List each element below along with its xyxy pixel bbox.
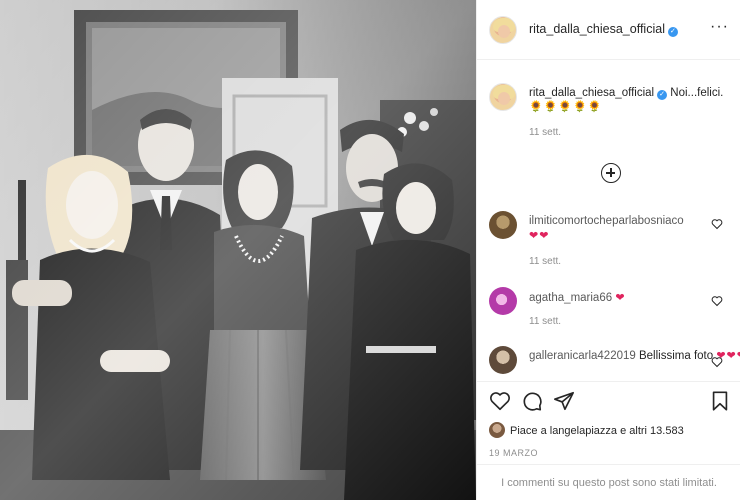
more-horizontal-icon[interactable]: ··· [710, 18, 729, 36]
caption-sunflower-emoji: 🌻🌻🌻🌻🌻 [529, 101, 603, 113]
verified-badge-icon: ✓ [657, 90, 668, 100]
caption-text: Noi...felici. [670, 87, 724, 99]
comment-username[interactable]: agatha_maria66 [529, 292, 612, 304]
avatar-face-shape [498, 25, 510, 38]
comment-bubble-icon[interactable] [521, 390, 543, 412]
author-username-line: rita_dalla_chiesa_official ✓ [529, 22, 678, 37]
post-header: rita_dalla_chiesa_official ✓ ··· [477, 0, 740, 60]
comment-1: ilmiticomortocheparlabosniaco [529, 213, 684, 230]
comment-1-hearts-line: ❤❤ [529, 228, 549, 245]
post-date[interactable]: 19 MARZO [489, 448, 538, 458]
likes-suffix[interactable]: e altri 13.583 [617, 425, 684, 437]
caption-username[interactable]: rita_dalla_chiesa_official [529, 87, 654, 99]
heart-emoji: ❤❤ [529, 230, 550, 242]
likes-summary: Piace a langelapiazza e altri 13.583 [489, 422, 684, 438]
comments-list[interactable]: rita_dalla_chiesa_official ✓ Noi...felici… [477, 61, 740, 381]
commenter-avatar[interactable] [489, 211, 517, 239]
comment-time[interactable]: 11 sett. [529, 316, 561, 327]
post-photo[interactable] [0, 0, 476, 500]
commenter-avatar[interactable] [489, 346, 517, 374]
comment-time[interactable]: 11 sett. [529, 256, 561, 267]
liker-avatar [489, 422, 505, 438]
verified-badge-icon: ✓ [667, 27, 678, 37]
comment-like-heart-icon[interactable] [711, 356, 723, 368]
author-avatar[interactable] [489, 16, 517, 44]
post-actions: Piace a langelapiazza e altri 13.583 19 … [477, 381, 740, 500]
likes-prefix: Piace a [510, 425, 550, 437]
commenter-avatar[interactable] [489, 287, 517, 315]
comment-text: Bellissima foto [638, 350, 714, 362]
comment-username[interactable]: ilmiticomortocheparlabosniaco [529, 215, 684, 227]
paper-plane-icon[interactable] [553, 390, 575, 412]
comment-2: agatha_maria66 ❤ [529, 290, 626, 307]
comment-like-heart-icon[interactable] [711, 218, 723, 230]
comment-3: galleranicarla422019 Bellissima foto ❤❤❤… [529, 348, 740, 365]
post-side-panel: rita_dalla_chiesa_official ✓ ··· rita_dal… [476, 0, 740, 500]
plus-circle-icon[interactable] [601, 163, 621, 183]
comments-limited-notice: I commenti su questo post sono stati lim… [477, 464, 740, 500]
liker-username[interactable]: langelapiazza [550, 425, 617, 437]
comment-username[interactable]: galleranicarla422019 [529, 350, 636, 362]
instagram-post-view: rita_dalla_chiesa_official ✓ ··· rita_dal… [0, 0, 740, 500]
bookmark-icon[interactable] [709, 390, 731, 412]
heart-emoji: ❤ [615, 292, 626, 304]
comment-like-heart-icon[interactable] [711, 295, 723, 307]
author-username[interactable]: rita_dalla_chiesa_official [529, 22, 665, 36]
caption-author-avatar[interactable] [489, 83, 517, 111]
vintage-group-photo [0, 0, 476, 500]
caption-time[interactable]: 11 sett. [529, 127, 561, 138]
avatar-face-shape [498, 92, 510, 105]
heart-outline-icon[interactable] [489, 390, 511, 412]
